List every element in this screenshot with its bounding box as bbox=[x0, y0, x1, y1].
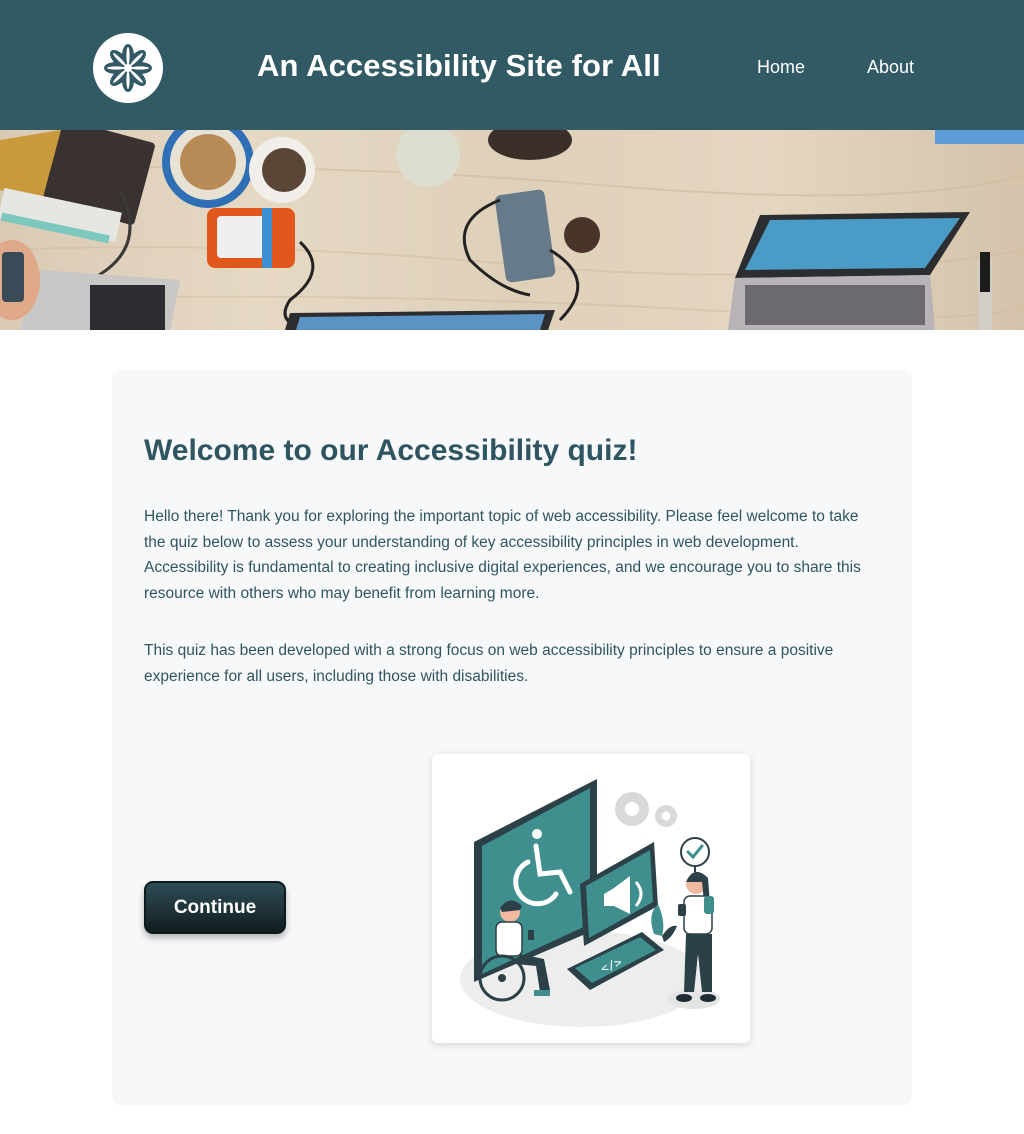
site-header: An Accessibility Site for All Home About bbox=[0, 0, 1024, 130]
nav-about-link[interactable]: About bbox=[867, 57, 914, 78]
focus-paragraph: This quiz has been developed with a stro… bbox=[144, 642, 834, 685]
check-icon bbox=[680, 837, 710, 867]
nav-home-link[interactable]: Home bbox=[757, 57, 805, 78]
accessibility-illustration-graphic: </> bbox=[460, 779, 720, 1027]
workspace-desk-photo bbox=[0, 130, 1024, 330]
accessibility-illustration: </> bbox=[432, 754, 750, 1043]
intro-paragraph: Hello there! Thank you for exploring the… bbox=[144, 508, 861, 602]
site-title: An Accessibility Site for All bbox=[257, 48, 661, 83]
continue-button[interactable]: Continue bbox=[144, 881, 286, 934]
flower-logo-icon[interactable] bbox=[93, 33, 163, 103]
gear-icon bbox=[615, 792, 677, 827]
hero-banner bbox=[0, 130, 1024, 330]
flower-logo-icon-graphic bbox=[104, 44, 152, 92]
page-title: Welcome to our Accessibility quiz! bbox=[144, 434, 638, 467]
quiz-intro-card: Welcome to our Accessibility quiz! Hello… bbox=[112, 370, 912, 1106]
